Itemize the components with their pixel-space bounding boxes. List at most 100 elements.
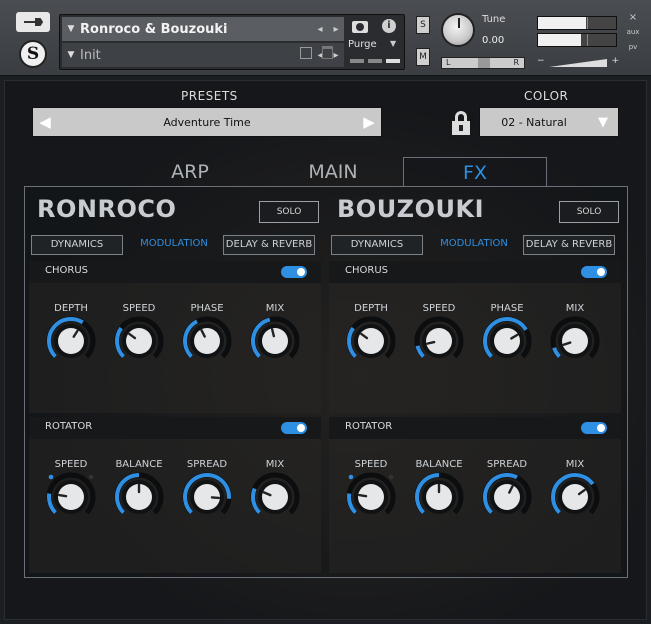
ronroco-chorus-header: CHORUS <box>29 261 321 283</box>
snapshot-dropdown-icon[interactable]: ▼ <box>62 50 80 60</box>
bouzouki-chorus-phase-control: PHASE <box>479 303 535 383</box>
instrument-name-row[interactable]: ▼ Ronroco & Bouzouki ◂ ▸ <box>62 17 344 41</box>
prev-preset-icon[interactable]: ◀ <box>33 113 57 131</box>
lock-icon[interactable] <box>452 111 470 135</box>
ronroco-rotator-toggle[interactable] <box>281 422 307 434</box>
ronroco-chorus-toggle[interactable] <box>281 266 307 278</box>
bouzouki-chorus-label: CHORUS <box>345 265 388 276</box>
tune-knob[interactable] <box>441 13 475 47</box>
save-snapshot-icon[interactable] <box>300 47 312 59</box>
tab-main[interactable]: MAIN <box>261 157 405 187</box>
volume-plus-icon[interactable]: + <box>611 56 619 66</box>
bouzouki-subtab-delay-reverb[interactable]: DELAY & REVERB <box>523 235 615 255</box>
preset-value[interactable]: Adventure Time <box>57 116 357 129</box>
wrench-icon[interactable] <box>16 12 50 32</box>
aux-label[interactable]: aux <box>626 25 640 40</box>
pan-right-label: R <box>513 58 519 67</box>
pan-slider[interactable]: L R <box>441 57 525 69</box>
volume-minus-icon[interactable]: − <box>537 56 545 66</box>
bouzouki-fx-panel: BOUZOUKI SOLO DYNAMICS MODULATION DELAY &… <box>329 187 629 577</box>
next-instrument-icon[interactable]: ▸ <box>328 24 344 35</box>
ronroco-fx-panel: RONROCO SOLO DYNAMICS MODULATION DELAY & … <box>29 187 329 577</box>
kontakt-instrument-window: S ▼ Ronroco & Bouzouki ◂ ▸ ▼ Init ◂ ▸ i … <box>0 0 651 624</box>
purge-menu[interactable]: Purge <box>348 39 377 50</box>
pv-label[interactable]: pv <box>626 40 640 55</box>
bouzouki-rotator-speed-control: SPEED <box>343 459 399 539</box>
camera-icon[interactable] <box>352 21 368 33</box>
ronroco-rotator-speed-label: SPEED <box>54 459 88 470</box>
bouzouki-rotator-mix-control: MIX <box>547 459 603 539</box>
purge-dropdown-icon[interactable]: ▼ <box>390 39 396 48</box>
ronroco-chorus-phase-control: PHASE <box>179 303 235 383</box>
ronroco-rotator-balance-label: BALANCE <box>115 459 163 470</box>
pan-left-label: L <box>446 58 451 67</box>
bouzouki-solo-button[interactable]: SOLO <box>559 201 619 223</box>
ronroco-subtab-dynamics[interactable]: DYNAMICS <box>31 235 123 255</box>
ronroco-solo-button[interactable]: SOLO <box>259 201 319 223</box>
ronroco-rotator-controls: SPEED BALANCE SPREAD MIX <box>29 439 321 573</box>
ronroco-fx-subtabs: DYNAMICS MODULATION DELAY & REVERB <box>31 235 323 255</box>
ronroco-rotator-header: ROTATOR <box>29 417 321 439</box>
bouzouki-chorus-mix-control: MIX <box>547 303 603 383</box>
ronroco-chorus-depth-control: DEPTH <box>43 303 99 383</box>
bouzouki-rotator-controls: SPEED BALANCE SPREAD MIX <box>329 439 621 573</box>
bouzouki-chorus-speed-control: SPEED <box>411 303 467 383</box>
color-selector[interactable]: 02 - Natural ▼ <box>479 107 619 137</box>
next-preset-icon[interactable]: ▶ <box>357 113 381 131</box>
output-meter-left <box>537 16 617 30</box>
preset-selector[interactable]: ◀ Adventure Time ▶ <box>32 107 382 137</box>
fx-page: RONROCO SOLO DYNAMICS MODULATION DELAY & … <box>24 186 628 578</box>
brand-logo: S <box>19 40 47 68</box>
ronroco-chorus-mix-control: MIX <box>247 303 303 383</box>
info-icon[interactable]: i <box>382 19 396 33</box>
bouzouki-chorus-depth-control: DEPTH <box>343 303 399 383</box>
ronroco-rotator-spread-control: SPREAD <box>179 459 235 539</box>
bouzouki-title: BOUZOUKI <box>337 195 485 223</box>
bouzouki-chorus-toggle[interactable] <box>581 266 607 278</box>
bouzouki-rotator-toggle[interactable] <box>581 422 607 434</box>
mute-button[interactable]: M <box>416 48 430 66</box>
bouzouki-rotator-speed-label: SPEED <box>354 459 388 470</box>
instrument-header: S ▼ Ronroco & Bouzouki ◂ ▸ ▼ Init ◂ ▸ i … <box>0 0 651 76</box>
close-icon[interactable]: × <box>626 10 640 25</box>
ronroco-subtab-delay-reverb[interactable]: DELAY & REVERB <box>223 235 315 255</box>
volume-slider[interactable]: − + <box>537 56 621 69</box>
expand-triangle-icon[interactable]: ▼ <box>62 24 80 34</box>
bouzouki-fx-subtabs: DYNAMICS MODULATION DELAY & REVERB <box>331 235 623 255</box>
tune-label: Tune <box>482 14 506 25</box>
bouzouki-rotator-mix-label: MIX <box>565 459 585 470</box>
ronroco-rotator-label: ROTATOR <box>45 421 93 432</box>
snapshot-name: Init <box>80 47 101 63</box>
bouzouki-chorus-header: CHORUS <box>329 261 621 283</box>
bouzouki-subtab-modulation[interactable]: MODULATION <box>427 235 521 255</box>
color-dropdown-icon[interactable]: ▼ <box>588 115 618 130</box>
bouzouki-rotator-spread-control: SPREAD <box>479 459 535 539</box>
ronroco-rotator-mix-label: MIX <box>265 459 285 470</box>
delete-snapshot-icon[interactable] <box>322 46 333 59</box>
color-label: COLOR <box>524 89 569 103</box>
solo-button[interactable]: S <box>416 16 430 34</box>
bouzouki-chorus-controls: DEPTH SPEED PHASE MIX <box>329 283 621 413</box>
pan-handle[interactable] <box>478 58 490 68</box>
color-value[interactable]: 02 - Natural <box>480 116 588 129</box>
side-controls: × aux pv <box>626 10 640 55</box>
bouzouki-rotator-balance-control: BALANCE <box>411 459 467 539</box>
ronroco-chorus-label: CHORUS <box>45 265 88 276</box>
ronroco-subtab-modulation[interactable]: MODULATION <box>127 235 221 255</box>
prev-instrument-icon[interactable]: ◂ <box>312 24 328 35</box>
presets-label: PRESETS <box>181 89 238 103</box>
ronroco-chorus-speed-control: SPEED <box>111 303 167 383</box>
instrument-tools: i Purge ▼ <box>346 17 402 67</box>
volume-ramp[interactable] <box>549 59 607 67</box>
ronroco-rotator-spread-label: SPREAD <box>186 459 228 470</box>
ronroco-title: RONROCO <box>37 195 177 223</box>
bouzouki-rotator-spread-label: SPREAD <box>486 459 528 470</box>
bouzouki-subtab-dynamics[interactable]: DYNAMICS <box>331 235 423 255</box>
tab-arp[interactable]: ARP <box>118 157 262 187</box>
instrument-panel: PRESETS ◀ Adventure Time ▶ COLOR 02 - Na… <box>4 80 647 620</box>
tab-fx[interactable]: FX <box>403 157 547 187</box>
bouzouki-chorus-speed-label: SPEED <box>422 303 456 314</box>
bouzouki-chorus-depth-label: DEPTH <box>354 303 388 314</box>
ronroco-chorus-depth-label: DEPTH <box>54 303 88 314</box>
bouzouki-chorus-phase-label: PHASE <box>490 303 524 314</box>
